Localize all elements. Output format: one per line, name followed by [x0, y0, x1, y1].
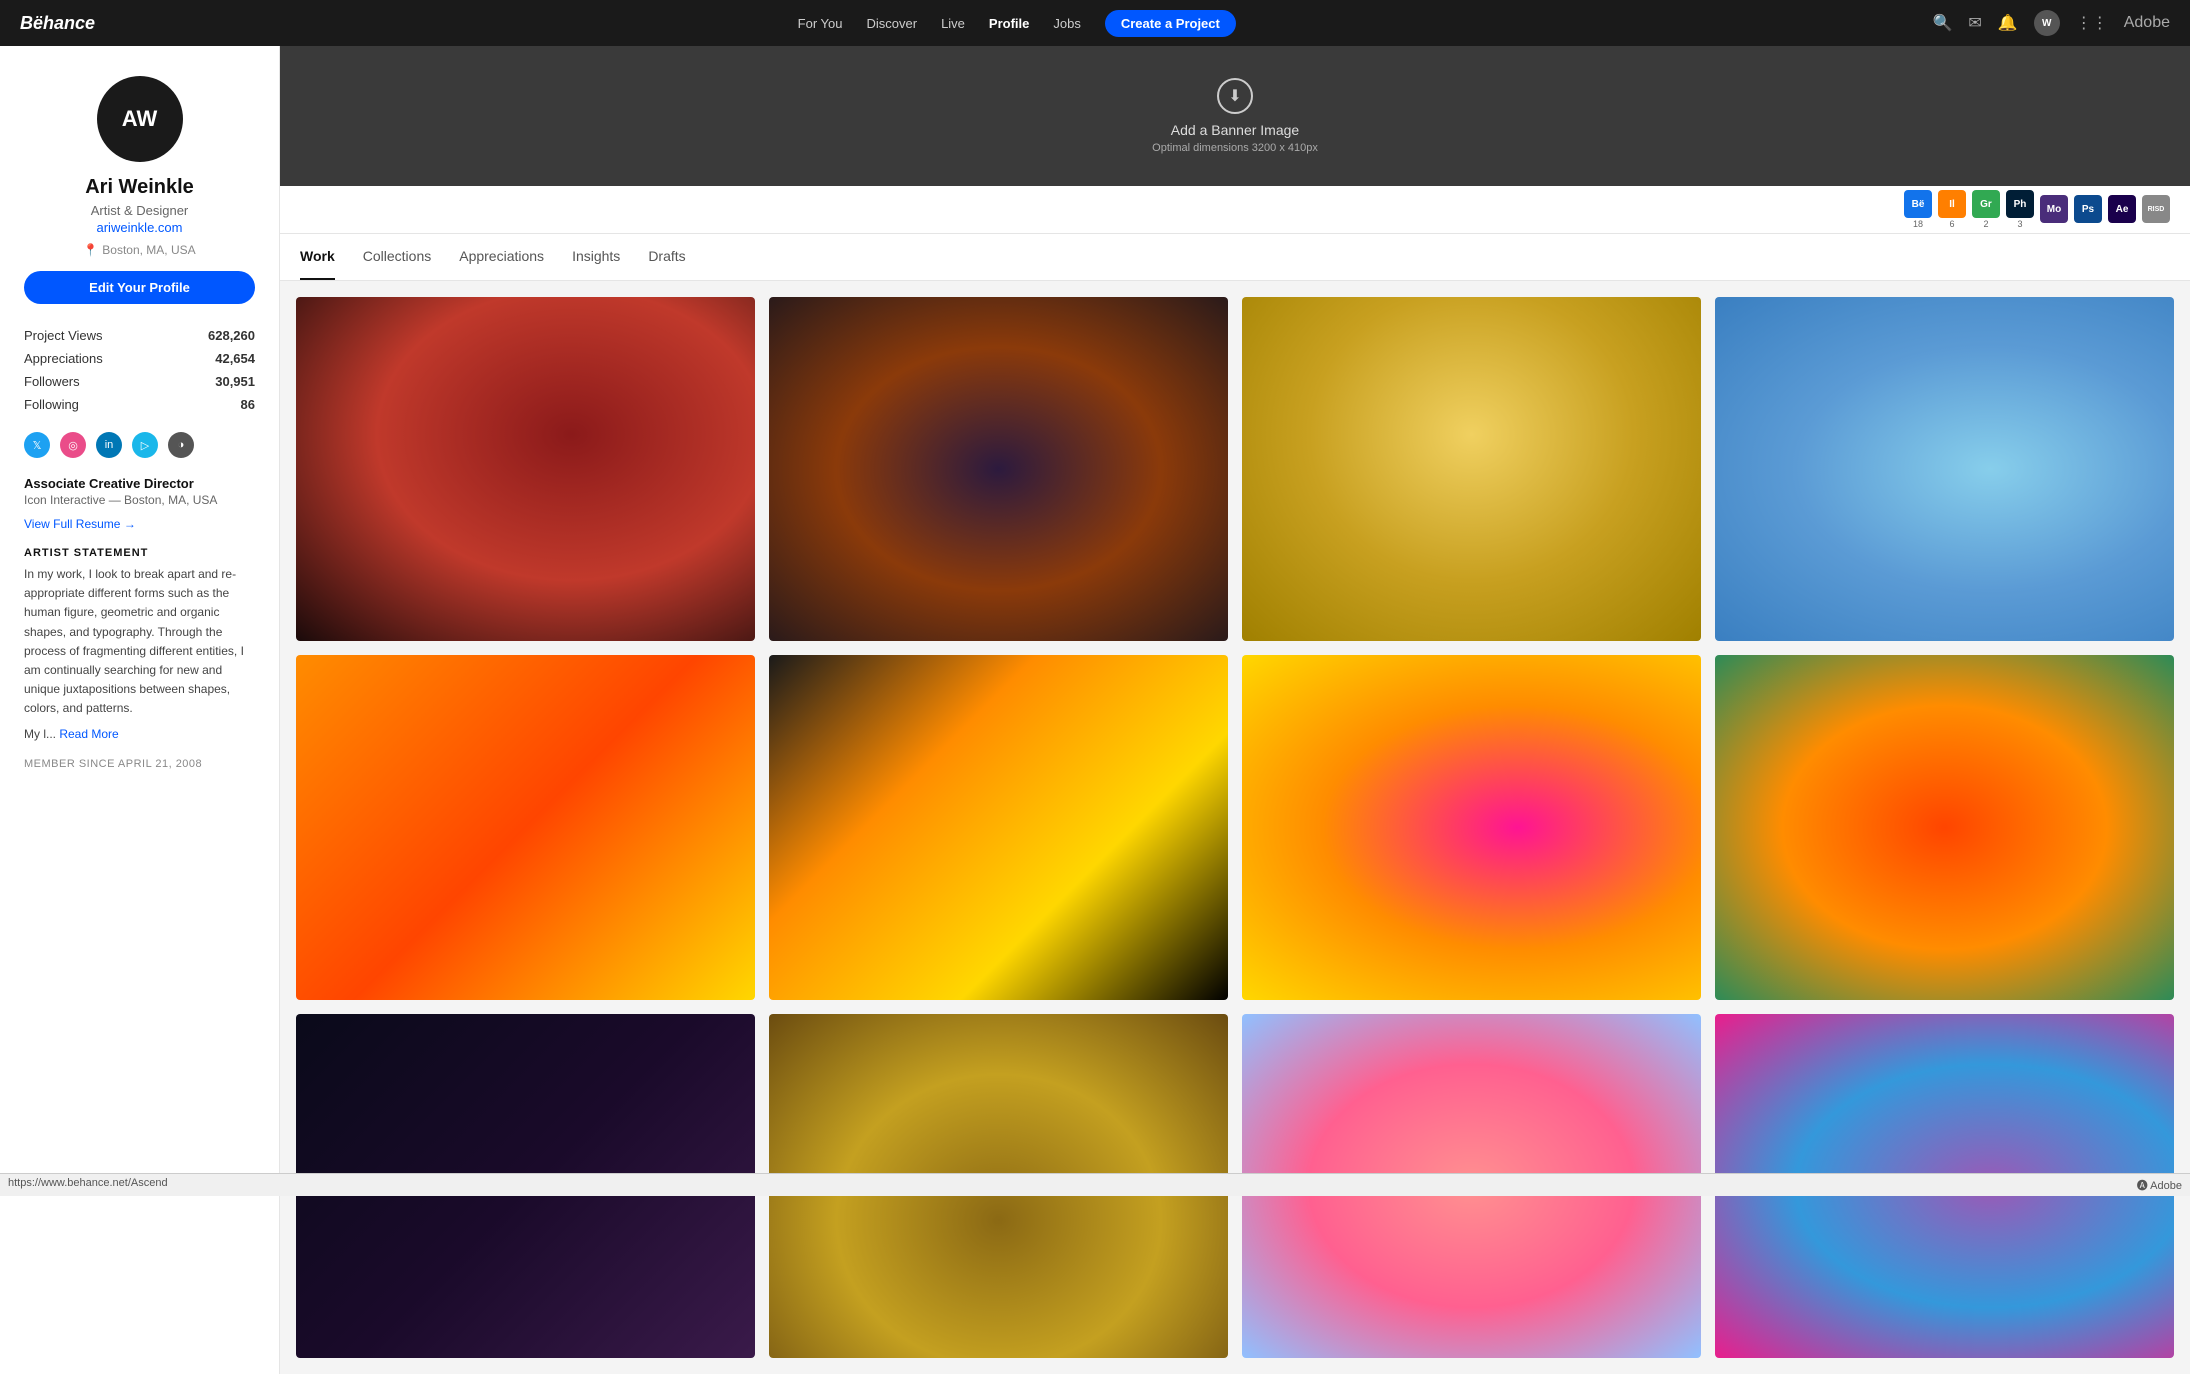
badges-row: Bë 18 Il 6 Gr 2 Ph 3 Mo Ps [280, 186, 2190, 234]
project-item-6[interactable] [769, 655, 1228, 999]
badge-chip-grasshopper: Gr [1972, 190, 2000, 218]
stats-section: Project Views 628,260 Appreciations 42,6… [24, 324, 255, 416]
project-item-8[interactable] [1715, 655, 2174, 999]
nav-jobs[interactable]: Jobs [1053, 16, 1080, 31]
topnav-right: 🔍 ✉ 🔔 W ⋮⋮ Adobe [1932, 10, 2170, 36]
badge-chip-behance: Bë [1904, 190, 1932, 218]
stat-value: 30,951 [215, 374, 255, 389]
artist-statement: In my work, I look to break apart and re… [24, 565, 255, 719]
nav-discover[interactable]: Discover [866, 16, 917, 31]
edit-profile-button[interactable]: Edit Your Profile [24, 271, 255, 304]
stat-value: 86 [241, 397, 255, 412]
stat-label: Followers [24, 374, 80, 389]
dribbble-icon[interactable]: ◎ [60, 432, 86, 458]
banner-area[interactable]: ⬇ Add a Banner Image Optimal dimensions … [280, 46, 2190, 186]
linkedin-icon[interactable]: in [96, 432, 122, 458]
statement-heading: ARTIST STATEMENT [24, 547, 255, 559]
search-icon[interactable]: 🔍 [1932, 13, 1952, 33]
grid-apps-icon[interactable]: ⋮⋮ [2076, 13, 2108, 33]
project-item-2[interactable] [769, 297, 1228, 641]
other-icon[interactable]: ◑ [168, 432, 194, 458]
project-item-7[interactable] [1242, 655, 1701, 999]
stat-value: 628,260 [208, 328, 255, 343]
nav-links: For You Discover Live Profile Jobs Creat… [125, 10, 1908, 37]
badge-count: 18 [1913, 219, 1923, 229]
twitter-icon[interactable]: 𝕏 [24, 432, 50, 458]
banner-subtitle: Optimal dimensions 3200 x 410px [1152, 142, 1318, 154]
create-project-button[interactable]: Create a Project [1105, 10, 1236, 37]
stat-label: Following [24, 397, 79, 412]
user-avatar[interactable]: W [2034, 10, 2060, 36]
statement-trail: My l... Read More [24, 725, 255, 744]
tab-insights[interactable]: Insights [572, 234, 620, 280]
project-item-1[interactable] [296, 297, 755, 641]
adobe-logo[interactable]: Adobe [2124, 14, 2170, 32]
badge-risd: RISD [2142, 195, 2170, 224]
messages-icon[interactable]: ✉ [1968, 13, 1981, 33]
stat-value: 42,654 [215, 351, 255, 366]
stat-label: Project Views [24, 328, 103, 343]
badge-chip-motion: Mo [2040, 195, 2068, 223]
download-arrow-icon: ⬇ [1228, 86, 1241, 106]
user-location: 📍 Boston, MA, USA [24, 243, 255, 257]
view-resume-link[interactable]: View Full Resume → [24, 517, 255, 531]
stat-project-views: Project Views 628,260 [24, 324, 255, 347]
tab-appreciations[interactable]: Appreciations [459, 234, 544, 280]
avatar-wrap: AW [24, 76, 255, 162]
work-grid [280, 281, 2190, 1374]
badge-illustrator: Il 6 [1938, 190, 1966, 229]
project-item-3[interactable] [1242, 297, 1701, 641]
member-since: MEMBER SINCE APRIL 21, 2008 [24, 758, 255, 770]
project-item-4[interactable] [1715, 297, 2174, 641]
tab-work[interactable]: Work [300, 234, 335, 280]
badge-count: 3 [2017, 219, 2022, 229]
adobe-footer-logo: 🅐 Adobe [2137, 1177, 2182, 1193]
badge-behance: Bë 18 [1904, 190, 1932, 229]
stat-appreciations: Appreciations 42,654 [24, 347, 255, 370]
nav-live[interactable]: Live [941, 16, 965, 31]
read-more-link[interactable]: Read More [59, 727, 118, 741]
logo[interactable]: Bëhance [20, 13, 95, 34]
social-links: 𝕏 ◎ in ▷ ◑ [24, 432, 255, 458]
job-title: Associate Creative Director [24, 476, 255, 491]
profile-tabs: Work Collections Appreciations Insights … [280, 234, 2190, 281]
stat-label: Appreciations [24, 351, 103, 366]
location-text: Boston, MA, USA [102, 243, 195, 257]
badge-count: 2 [1983, 219, 1988, 229]
badge-count: 6 [1949, 219, 1954, 229]
location-icon: 📍 [83, 243, 98, 257]
badge-aftereffects: Ae [2108, 195, 2136, 224]
nav-for-you[interactable]: For You [798, 16, 843, 31]
badge-photoshop: Ph 3 [2006, 190, 2034, 229]
tab-drafts[interactable]: Drafts [648, 234, 685, 280]
topnav: Bëhance For You Discover Live Profile Jo… [0, 0, 2190, 46]
badge-grasshopper: Gr 2 [1972, 190, 2000, 229]
stat-followers: Followers 30,951 [24, 370, 255, 393]
stat-following: Following 86 [24, 393, 255, 416]
banner-title: Add a Banner Image [1171, 122, 1299, 138]
user-website[interactable]: ariweinkle.com [24, 220, 255, 235]
nav-profile[interactable]: Profile [989, 16, 1029, 31]
avatar: AW [97, 76, 183, 162]
badge-chip-risd: RISD [2142, 195, 2170, 223]
upload-icon-circle: ⬇ [1217, 78, 1253, 114]
vimeo-icon[interactable]: ▷ [132, 432, 158, 458]
badge-motion: Mo [2040, 195, 2068, 224]
badge-ps2: Ps [2074, 195, 2102, 224]
project-item-5[interactable] [296, 655, 755, 999]
avatar-initials: AW [122, 106, 157, 132]
user-title: Artist & Designer [24, 203, 255, 218]
badge-chip-ae: Ae [2108, 195, 2136, 223]
user-name: Ari Weinkle [24, 176, 255, 199]
url-text: https://www.behance.net/Ascend [8, 1177, 168, 1193]
notifications-icon[interactable]: 🔔 [1998, 13, 2018, 33]
badge-chip-illustrator: Il [1938, 190, 1966, 218]
job-company: Icon Interactive — Boston, MA, USA [24, 493, 255, 507]
badge-chip-ps2: Ps [2074, 195, 2102, 223]
tab-collections[interactable]: Collections [363, 234, 431, 280]
badge-chip-photoshop: Ph [2006, 190, 2034, 218]
url-bar: https://www.behance.net/Ascend 🅐 Adobe [0, 1173, 2190, 1196]
